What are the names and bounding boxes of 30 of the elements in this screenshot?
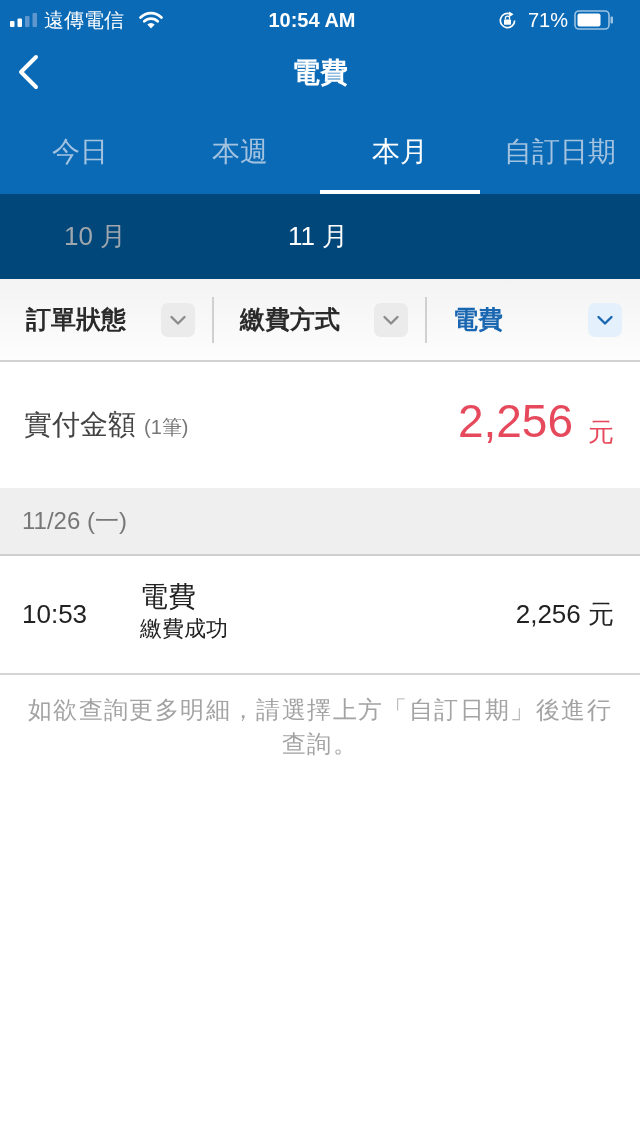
wifi-icon (139, 11, 163, 29)
date-header: 11/26 (一) (0, 488, 640, 556)
record-count: (1筆) (144, 415, 189, 440)
battery-icon (574, 10, 614, 30)
summary-label: 實付金額 (24, 408, 136, 442)
period-tab[interactable]: 本週 (160, 105, 320, 194)
status-time: 10:54 AM (268, 8, 356, 32)
battery-percentage: 71% (527, 8, 568, 32)
total-amount: 2,256 (457, 394, 573, 448)
period-tab[interactable]: 自訂日期 (480, 105, 640, 194)
page-title: 電費 (292, 55, 348, 90)
currency-unit: 元 (588, 416, 614, 449)
transaction-time: 10:53 (22, 599, 89, 630)
chevron-down-icon (374, 302, 409, 337)
period-tab[interactable]: 今日 (0, 105, 160, 194)
chevron-down-icon (588, 302, 622, 337)
filter-dropdown[interactable]: 訂單狀態 (0, 289, 212, 350)
signal-icon (10, 13, 37, 27)
transaction-amount: 2,256 元 (515, 598, 614, 631)
chevron-left-icon (16, 54, 40, 90)
filter-dropdown[interactable]: 電費 (427, 289, 640, 350)
month-tab[interactable]: 11 月 (223, 194, 413, 279)
transaction-status: 繳費成功 (140, 614, 229, 643)
carrier-name: 遠傳電信 (44, 7, 124, 33)
footer-note: 如欲查詢更多明細，請選擇上方「自訂日期」後進行查詢。 (26, 695, 614, 759)
rotation-lock-icon (497, 10, 517, 30)
month-tab[interactable]: 10 月 (0, 194, 190, 279)
chevron-down-icon (160, 302, 195, 337)
filter-dropdown[interactable]: 繳費方式 (213, 289, 426, 350)
transaction-title: 電費 (140, 579, 197, 614)
